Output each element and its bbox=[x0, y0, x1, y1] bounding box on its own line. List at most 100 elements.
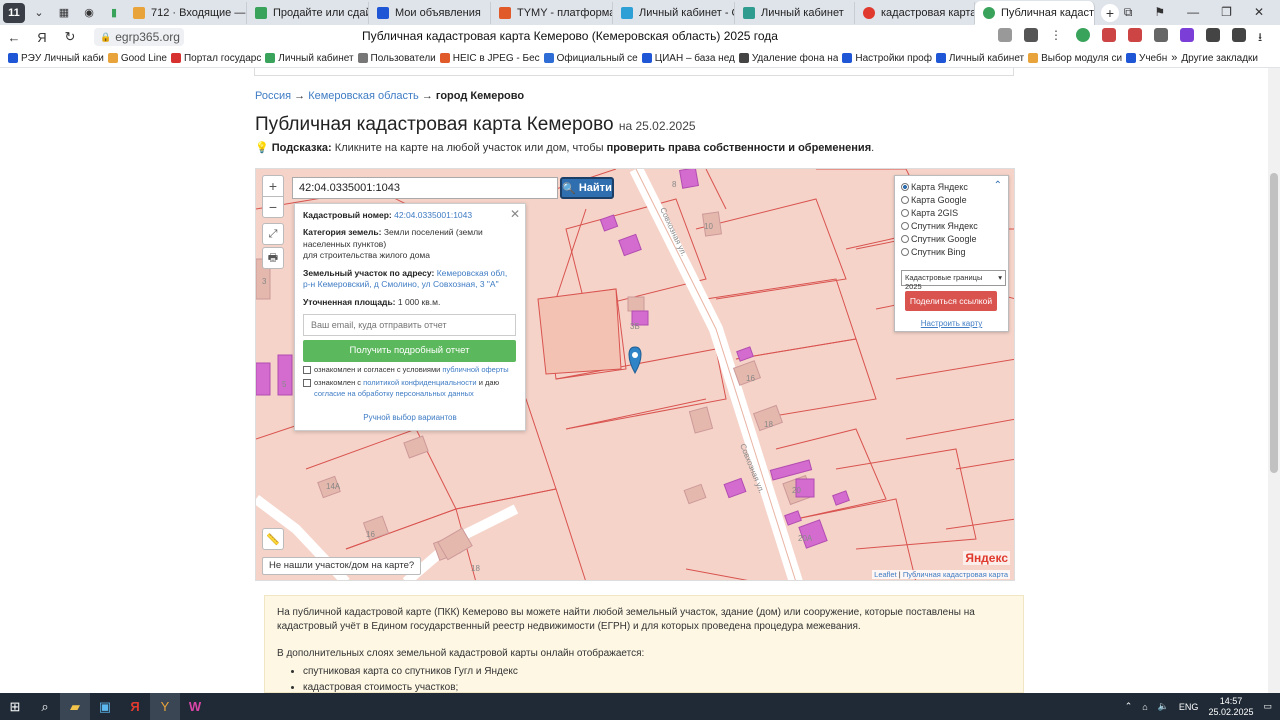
cadastral-search-input[interactable]: 42:04.0335001:1043 bbox=[292, 177, 558, 199]
extension-5-icon[interactable] bbox=[1206, 28, 1220, 42]
bookmark-item[interactable]: Личный кабинет bbox=[935, 53, 1024, 64]
ruler-icon[interactable]: 📏 bbox=[262, 528, 284, 550]
extension-4-icon[interactable] bbox=[1180, 28, 1194, 42]
layer-option[interactable]: Спутник Google bbox=[901, 232, 1002, 245]
bookmark-item[interactable]: ЦИАН – база нед bbox=[641, 53, 735, 64]
bookmark-item[interactable]: Пользователи bbox=[357, 53, 436, 64]
extension-2-icon[interactable] bbox=[1128, 28, 1142, 42]
email-input[interactable] bbox=[303, 314, 516, 337]
print-icon[interactable]: 🖶 bbox=[262, 247, 284, 269]
consent-link[interactable]: согласие на обработку персональных данны… bbox=[314, 389, 474, 398]
get-report-button[interactable]: Получить подробный отчет bbox=[303, 340, 516, 363]
leaflet-link[interactable]: Leaflet bbox=[874, 570, 897, 579]
zoom-out-icon[interactable]: − bbox=[262, 196, 284, 218]
cadastral-map[interactable]: 10 3 3Б 16 18 14А 16 18 20 20А 5 8 Совхо… bbox=[255, 168, 1015, 581]
bookmark-item[interactable]: Выбор модуля си bbox=[1028, 53, 1122, 64]
bookmark-item[interactable]: Good Line bbox=[107, 53, 167, 64]
store-icon[interactable]: ▣ bbox=[90, 693, 120, 720]
bookmark-item[interactable]: Официальный се bbox=[543, 53, 638, 64]
offer-link[interactable]: публичной оферты bbox=[442, 365, 508, 374]
tray-chevron-icon[interactable]: ⌃ bbox=[1125, 701, 1133, 712]
radio-selected[interactable] bbox=[901, 182, 909, 191]
tab-active[interactable]: Публичная кадастрова✕ bbox=[975, 1, 1095, 25]
pinned-tab-icon[interactable]: ◉ bbox=[78, 3, 100, 23]
layer-option[interactable]: Спутник Яндекс bbox=[901, 219, 1002, 232]
scrollbar-thumb[interactable] bbox=[1270, 173, 1278, 473]
close-window-icon[interactable]: ✕ bbox=[1254, 5, 1264, 20]
tab-2[interactable]: Продайте или сдайте bbox=[247, 1, 369, 24]
bookmark-icon[interactable] bbox=[1024, 28, 1038, 42]
close-popup-icon[interactable]: ✕ bbox=[510, 206, 520, 222]
new-tab-icon[interactable]: + bbox=[1101, 3, 1119, 22]
radio[interactable] bbox=[901, 247, 909, 256]
wildberries-icon[interactable]: W bbox=[180, 693, 210, 720]
pinned-tab-chart-icon[interactable]: ▮ bbox=[103, 3, 125, 23]
tab-list-chevron-icon[interactable]: ⌄ bbox=[28, 3, 50, 23]
manual-choice-link[interactable]: Ручной выбор вариантов bbox=[363, 413, 456, 422]
tab-5[interactable]: Личный кабинет - Об bbox=[613, 1, 735, 24]
map-marker-icon[interactable] bbox=[628, 346, 642, 375]
extension-1-icon[interactable] bbox=[1102, 28, 1116, 42]
cadastral-layer-select[interactable]: Кадастровые границы 2025 ▾ bbox=[901, 270, 1006, 291]
notifications-icon[interactable]: ▭ bbox=[1263, 701, 1272, 712]
file-explorer-icon[interactable]: ▰ bbox=[60, 693, 90, 720]
minimize-icon[interactable]: — bbox=[1187, 5, 1199, 20]
layer-option[interactable]: Спутник Bing bbox=[901, 245, 1002, 258]
layer-option[interactable]: Карта Google bbox=[901, 193, 1002, 206]
url-field[interactable]: 🔒 egrp365.org bbox=[94, 28, 184, 46]
windows-start-icon[interactable]: ⊞ bbox=[0, 693, 30, 720]
search-icon[interactable]: ⌕ bbox=[30, 693, 60, 720]
cad-number-link[interactable]: 42:04.0335001:1043 bbox=[394, 210, 472, 220]
bookmark-item[interactable]: Портал государс bbox=[170, 53, 261, 64]
bookmark-item[interactable]: Личный кабинет bbox=[265, 53, 354, 64]
offer-agreement-checkbox[interactable]: ознакомлен и согласен с условиями публич… bbox=[303, 365, 517, 375]
share-link-button[interactable]: Поделиться ссылкой bbox=[905, 291, 997, 311]
radio[interactable] bbox=[901, 234, 909, 243]
layer-option[interactable]: Карта 2GIS bbox=[901, 206, 1002, 219]
collections-icon[interactable]: ⧉ bbox=[1124, 5, 1133, 20]
layer-option[interactable]: Карта Яндекс bbox=[901, 180, 1002, 193]
not-found-button[interactable]: Не нашли участок/дом на карте? bbox=[262, 557, 422, 575]
reload-icon[interactable]: ↻ bbox=[56, 29, 84, 45]
scrollbar[interactable] bbox=[1268, 68, 1280, 693]
bookmark-item[interactable]: Учебн bbox=[1125, 53, 1167, 64]
configure-map-link[interactable]: Настроить карту bbox=[901, 319, 1002, 328]
bookmarks-more-icon[interactable]: » bbox=[1171, 52, 1177, 64]
bookmark-item[interactable]: Настройки проф bbox=[842, 53, 932, 64]
menu-icon[interactable]: ⋮ bbox=[1050, 28, 1064, 42]
yandex-icon[interactable]: Я bbox=[120, 693, 150, 720]
language-indicator[interactable]: ENG bbox=[1179, 702, 1199, 712]
radio[interactable] bbox=[901, 195, 909, 204]
breadcrumb-russia[interactable]: Россия bbox=[255, 90, 291, 102]
back-icon[interactable]: ← bbox=[0, 30, 28, 45]
zoom-in-icon[interactable]: + bbox=[262, 175, 284, 197]
radio[interactable] bbox=[901, 221, 909, 230]
tab-search-icon[interactable]: ▦ bbox=[53, 3, 75, 23]
extension-3-icon[interactable] bbox=[1154, 28, 1168, 42]
volume-icon[interactable]: 🔈 bbox=[1158, 701, 1169, 712]
tab-counter[interactable]: 11 bbox=[3, 2, 25, 23]
radio[interactable] bbox=[901, 208, 909, 217]
tab-6[interactable]: Личный кабинет bbox=[735, 1, 855, 24]
tab-1[interactable]: 712 · Входящие — Янд bbox=[125, 1, 247, 24]
extensions-icon[interactable] bbox=[1232, 28, 1246, 42]
network-icon[interactable]: ⌂ bbox=[1142, 702, 1147, 712]
translate-icon[interactable] bbox=[998, 28, 1012, 42]
download-icon[interactable]: ⭳ bbox=[1258, 28, 1272, 44]
bookmark-bar-icon[interactable]: ⚑ bbox=[1154, 5, 1165, 20]
other-bookmarks[interactable]: Другие закладки bbox=[1181, 53, 1280, 64]
bookmark-item[interactable]: Удаление фона на bbox=[738, 53, 838, 64]
tab-4[interactable]: TYMY - платформа ре bbox=[491, 1, 613, 24]
tab-3[interactable]: Мои объявления bbox=[369, 1, 491, 24]
privacy-link[interactable]: политикой конфиденциальности bbox=[363, 378, 476, 387]
tab-7[interactable]: кадастровая карта пу bbox=[855, 1, 975, 24]
yandex-home-icon[interactable]: Я bbox=[28, 30, 56, 45]
shield-extension-icon[interactable] bbox=[1076, 28, 1090, 42]
pkk-link[interactable]: Публичная кадастровая карта bbox=[903, 570, 1008, 579]
privacy-agreement-checkbox[interactable]: ознакомлен с политикой конфиденциальност… bbox=[303, 378, 517, 398]
collapse-chevron-icon[interactable]: ⌃ bbox=[994, 180, 1002, 191]
yandex-browser-icon[interactable]: Y bbox=[150, 693, 180, 720]
bookmark-item[interactable]: РЭУ Личный каби bbox=[8, 53, 104, 64]
bookmark-item[interactable]: HEIC в JPEG - Бес bbox=[439, 53, 540, 64]
breadcrumb-region[interactable]: Кемеровская область bbox=[308, 90, 419, 102]
